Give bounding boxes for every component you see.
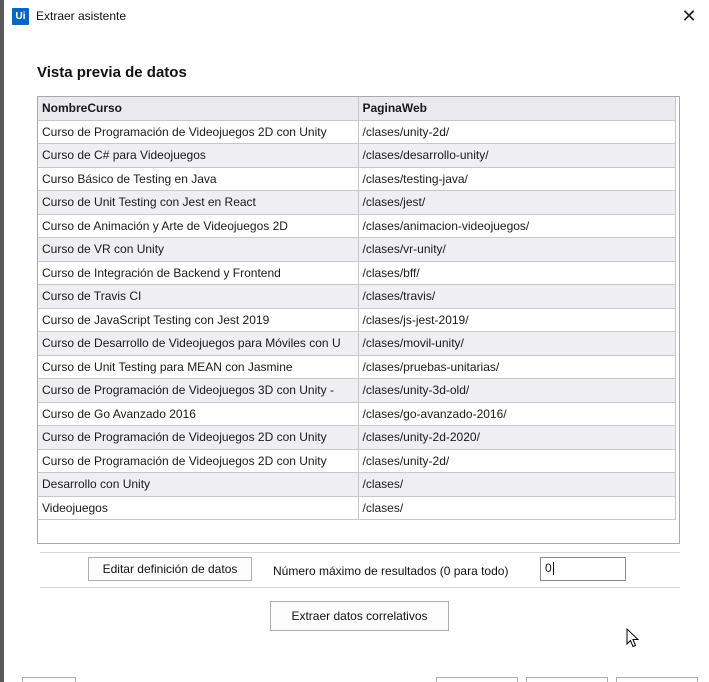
text-caret	[552, 562, 554, 576]
table-header-row: NombreCurso PaginaWeb	[38, 97, 676, 121]
close-button[interactable]: ✕	[675, 2, 703, 30]
cell-nombrecurso[interactable]: Curso de Go Avanzado 2016	[38, 402, 359, 426]
cell-nombrecurso[interactable]: Curso de Unit Testing para MEAN con Jasm…	[38, 355, 359, 379]
cell-paginaweb[interactable]: /clases/js-jest-2019/	[358, 308, 676, 332]
max-results-input[interactable]: 0	[540, 557, 626, 581]
cell-nombrecurso[interactable]: Desarrollo con Unity	[38, 472, 359, 497]
edit-data-definition-button[interactable]: Editar definición de datos	[88, 557, 252, 581]
cell-nombrecurso[interactable]: Curso Básico de Testing en Java	[38, 167, 359, 191]
column-header-nombrecurso[interactable]: NombreCurso	[38, 97, 359, 121]
footer-button-partial[interactable]	[526, 677, 608, 682]
cell-paginaweb[interactable]: /clases/vr-unity/	[358, 237, 676, 262]
data-preview-table: NombreCurso PaginaWeb Curso de Programac…	[38, 97, 676, 520]
column-header-paginaweb[interactable]: PaginaWeb	[358, 97, 676, 121]
extract-wizard-window: Ui Extraer asistente ✕ Vista previa de d…	[0, 0, 709, 682]
cell-paginaweb[interactable]: /clases/unity-2d/	[358, 449, 676, 473]
edit-data-definition-label: Editar definición de datos	[102, 562, 238, 576]
footer-button-partial[interactable]	[616, 677, 698, 682]
mouse-pointer-icon	[626, 628, 640, 648]
table-row[interactable]: Curso de Unit Testing para MEAN con Jasm…	[38, 355, 676, 379]
table-row[interactable]: Curso de Programación de Videojuegos 2D …	[38, 425, 676, 450]
cell-nombrecurso[interactable]: Curso de C# para Videojuegos	[38, 143, 359, 168]
cell-nombrecurso[interactable]: Curso de Programación de Videojuegos 2D …	[38, 425, 359, 450]
cell-paginaweb[interactable]: /clases/unity-2d-2020/	[358, 425, 676, 450]
table-row[interactable]: Videojuegos/clases/	[38, 496, 676, 520]
cell-paginaweb[interactable]: /clases/	[358, 496, 676, 520]
cell-nombrecurso[interactable]: Curso de Desarrollo de Videojuegos para …	[38, 331, 359, 356]
table-row[interactable]: Curso de Programación de Videojuegos 3D …	[38, 378, 676, 403]
cell-paginaweb[interactable]: /clases/movil-unity/	[358, 331, 676, 356]
cell-nombrecurso[interactable]: Curso de VR con Unity	[38, 237, 359, 262]
footer-button-partial[interactable]	[436, 677, 518, 682]
cell-nombrecurso[interactable]: Curso de Programación de Videojuegos 2D …	[38, 120, 359, 144]
page-title: Vista previa de datos	[37, 64, 187, 81]
extract-correlated-data-label: Extraer datos correlativos	[291, 609, 428, 623]
divider	[40, 552, 680, 553]
table-row[interactable]: Curso de C# para Videojuegos/clases/desa…	[38, 143, 676, 168]
table-row[interactable]: Curso de VR con Unity/clases/vr-unity/	[38, 237, 676, 262]
cell-nombrecurso[interactable]: Curso de Programación de Videojuegos 2D …	[38, 449, 359, 473]
cell-paginaweb[interactable]: /clases/	[358, 472, 676, 497]
cell-nombrecurso[interactable]: Videojuegos	[38, 496, 359, 520]
table-row[interactable]: Curso de JavaScript Testing con Jest 201…	[38, 308, 676, 332]
max-results-label: Número máximo de resultados (0 para todo…	[273, 564, 509, 578]
cell-paginaweb[interactable]: /clases/animacion-videojuegos/	[358, 214, 676, 238]
table-row[interactable]: Curso de Animación y Arte de Videojuegos…	[38, 214, 676, 238]
title-bar: Ui Extraer asistente ✕	[4, 0, 709, 32]
cell-paginaweb[interactable]: /clases/bff/	[358, 261, 676, 285]
cell-nombrecurso[interactable]: Curso de Travis CI	[38, 284, 359, 309]
max-results-value: 0	[545, 561, 552, 575]
cell-nombrecurso[interactable]: Curso de Animación y Arte de Videojuegos…	[38, 214, 359, 238]
extract-correlated-data-button[interactable]: Extraer datos correlativos	[270, 601, 449, 631]
window-title: Extraer asistente	[36, 9, 127, 23]
cell-nombrecurso[interactable]: Curso de Programación de Videojuegos 3D …	[38, 378, 359, 403]
cell-paginaweb[interactable]: /clases/desarrollo-unity/	[358, 143, 676, 168]
cell-paginaweb[interactable]: /clases/unity-2d/	[358, 120, 676, 144]
table-row[interactable]: Curso de Travis CI/clases/travis/	[38, 284, 676, 309]
cell-paginaweb[interactable]: /clases/travis/	[358, 284, 676, 309]
cell-nombrecurso[interactable]: Curso de Integración de Backend y Fronte…	[38, 261, 359, 285]
cell-nombrecurso[interactable]: Curso de Unit Testing con Jest en React	[38, 190, 359, 215]
table-row[interactable]: Curso de Programación de Videojuegos 2D …	[38, 449, 676, 473]
footer-button-partial[interactable]	[22, 677, 76, 682]
table-row[interactable]: Curso de Go Avanzado 2016/clases/go-avan…	[38, 402, 676, 426]
cell-paginaweb[interactable]: /clases/unity-3d-old/	[358, 378, 676, 403]
table-row[interactable]: Curso de Desarrollo de Videojuegos para …	[38, 331, 676, 356]
table-row[interactable]: Curso de Unit Testing con Jest en React /…	[38, 190, 676, 215]
table-row[interactable]: Curso de Programación de Videojuegos 2D …	[38, 120, 676, 144]
table-row[interactable]: Desarrollo con Unity/clases/	[38, 472, 676, 497]
data-preview-grid[interactable]: NombreCurso PaginaWeb Curso de Programac…	[37, 96, 680, 544]
cell-paginaweb[interactable]: /clases/go-avanzado-2016/	[358, 402, 676, 426]
cell-paginaweb[interactable]: /clases/jest/	[358, 190, 676, 215]
cell-nombrecurso[interactable]: Curso de JavaScript Testing con Jest 201…	[38, 308, 359, 332]
divider	[40, 587, 680, 588]
cell-paginaweb[interactable]: /clases/testing-java/	[358, 167, 676, 191]
uipath-app-icon: Ui	[12, 8, 29, 25]
table-row[interactable]: Curso de Integración de Backend y Fronte…	[38, 261, 676, 285]
cell-paginaweb[interactable]: /clases/pruebas-unitarias/	[358, 355, 676, 379]
table-row[interactable]: Curso Básico de Testing en Java/clases/t…	[38, 167, 676, 191]
